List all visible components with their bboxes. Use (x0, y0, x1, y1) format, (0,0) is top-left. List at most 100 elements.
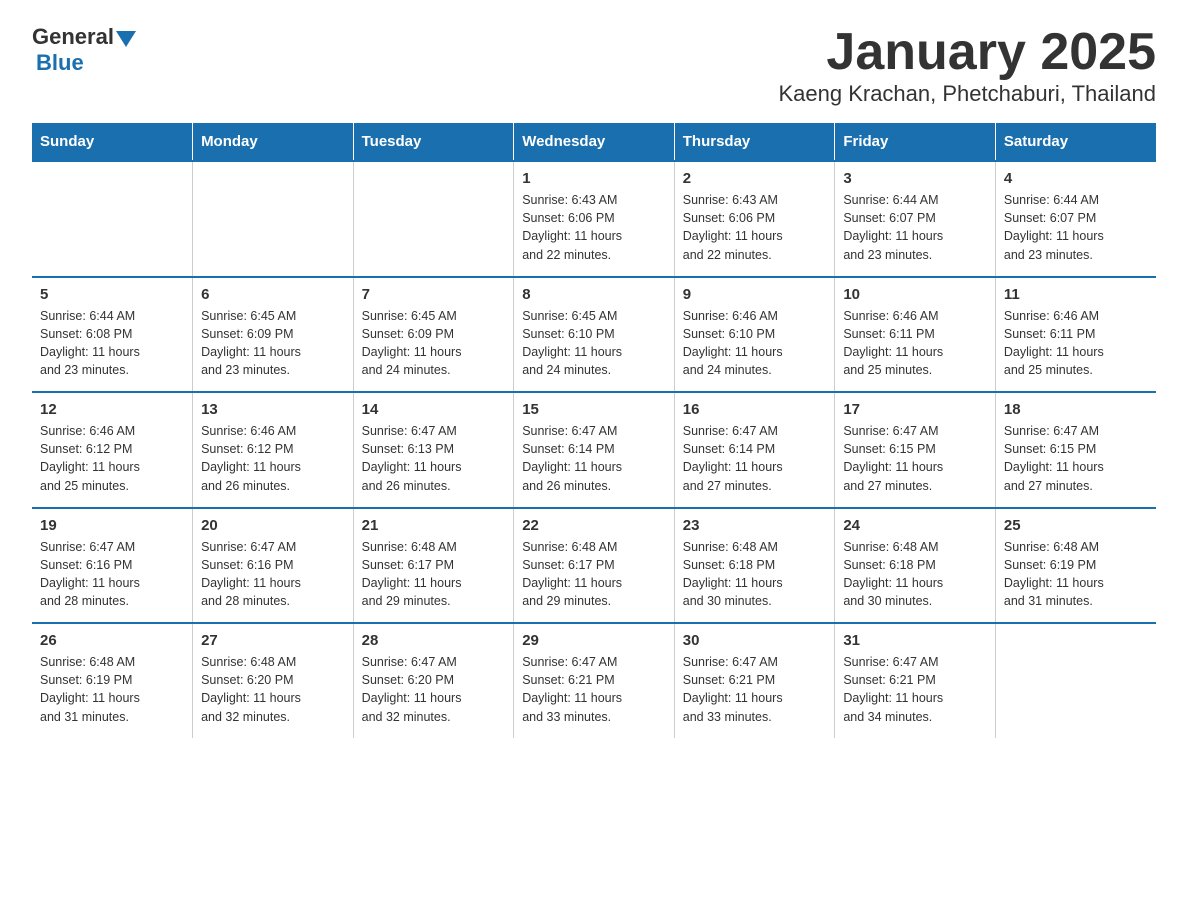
day-number: 9 (683, 286, 827, 303)
calendar-week-row: 26 Sunrise: 6:48 AM Sunset: 6:19 PM Dayli… (32, 623, 1156, 738)
calendar-cell: 2Sunrise: 6:43 AM Sunset: 6:06 PM Daylig… (674, 161, 835, 277)
calendar-cell: 29 Sunrise: 6:47 AM Sunset: 6:21 PM Dayli… (514, 623, 675, 738)
day-info: Sunrise: 6:48 AM Sunset: 6:19 PM Dayligh… (40, 653, 184, 726)
logo-triangle-icon (116, 31, 136, 47)
day-number: 22 (522, 517, 666, 534)
day-number: 28 (362, 632, 506, 649)
day-number: 23 (683, 517, 827, 534)
day-info: Sunrise: 6:44 AM Sunset: 6:07 PM Dayligh… (843, 191, 987, 264)
calendar-cell (995, 623, 1156, 738)
calendar-header-row: SundayMondayTuesdayWednesdayThursdayFrid… (32, 123, 1156, 161)
day-number: 21 (362, 517, 506, 534)
calendar-cell: 6Sunrise: 6:45 AM Sunset: 6:09 PM Daylig… (193, 277, 354, 393)
day-number: 14 (362, 401, 506, 418)
calendar-cell: 7Sunrise: 6:45 AM Sunset: 6:09 PM Daylig… (353, 277, 514, 393)
page-header: General Blue January 2025 Kaeng Krachan,… (32, 24, 1156, 107)
calendar-cell: 27Sunrise: 6:48 AM Sunset: 6:20 PM Dayli… (193, 623, 354, 738)
calendar-cell: 3 Sunrise: 6:44 AM Sunset: 6:07 PM Daylig… (835, 161, 996, 277)
day-number: 13 (201, 401, 345, 418)
calendar-week-row: 1 Sunrise: 6:43 AM Sunset: 6:06 PM Daylig… (32, 161, 1156, 277)
calendar-cell: 8 Sunrise: 6:45 AM Sunset: 6:10 PM Daylig… (514, 277, 675, 393)
day-info: Sunrise: 6:43 AM Sunset: 6:06 PM Dayligh… (522, 191, 666, 264)
day-number: 4 (1004, 170, 1148, 187)
day-number: 16 (683, 401, 827, 418)
day-number: 5 (40, 286, 184, 303)
page-subtitle: Kaeng Krachan, Phetchaburi, Thailand (778, 81, 1156, 107)
weekday-header: Tuesday (353, 123, 514, 161)
calendar-table: SundayMondayTuesdayWednesdayThursdayFrid… (32, 123, 1156, 738)
day-info: Sunrise: 6:48 AM Sunset: 6:18 PM Dayligh… (843, 538, 987, 611)
calendar-cell: 15 Sunrise: 6:47 AM Sunset: 6:14 PM Dayli… (514, 392, 675, 508)
calendar-cell: 12 Sunrise: 6:46 AM Sunset: 6:12 PM Dayli… (32, 392, 193, 508)
day-number: 11 (1004, 286, 1148, 303)
calendar-cell: 26 Sunrise: 6:48 AM Sunset: 6:19 PM Dayli… (32, 623, 193, 738)
day-number: 29 (522, 632, 666, 649)
day-number: 25 (1004, 517, 1148, 534)
day-info: Sunrise: 6:48 AM Sunset: 6:18 PM Dayligh… (683, 538, 827, 611)
day-info: Sunrise: 6:47 AM Sunset: 6:15 PM Dayligh… (1004, 422, 1148, 495)
calendar-week-row: 12 Sunrise: 6:46 AM Sunset: 6:12 PM Dayli… (32, 392, 1156, 508)
calendar-week-row: 5 Sunrise: 6:44 AM Sunset: 6:08 PM Daylig… (32, 277, 1156, 393)
calendar-cell (32, 161, 193, 277)
day-info: Sunrise: 6:46 AM Sunset: 6:12 PM Dayligh… (40, 422, 184, 495)
day-number: 12 (40, 401, 184, 418)
calendar-cell: 17Sunrise: 6:47 AM Sunset: 6:15 PM Dayli… (835, 392, 996, 508)
calendar-cell: 14Sunrise: 6:47 AM Sunset: 6:13 PM Dayli… (353, 392, 514, 508)
day-info: Sunrise: 6:47 AM Sunset: 6:14 PM Dayligh… (522, 422, 666, 495)
day-info: Sunrise: 6:48 AM Sunset: 6:19 PM Dayligh… (1004, 538, 1148, 611)
calendar-week-row: 19 Sunrise: 6:47 AM Sunset: 6:16 PM Dayli… (32, 508, 1156, 624)
weekday-header: Friday (835, 123, 996, 161)
day-info: Sunrise: 6:43 AM Sunset: 6:06 PM Dayligh… (683, 191, 827, 264)
calendar-cell: 1 Sunrise: 6:43 AM Sunset: 6:06 PM Daylig… (514, 161, 675, 277)
weekday-header: Wednesday (514, 123, 675, 161)
day-number: 3 (843, 170, 987, 187)
day-number: 26 (40, 632, 184, 649)
calendar-cell: 20 Sunrise: 6:47 AM Sunset: 6:16 PM Dayli… (193, 508, 354, 624)
calendar-cell: 31 Sunrise: 6:47 AM Sunset: 6:21 PM Dayli… (835, 623, 996, 738)
day-number: 30 (683, 632, 827, 649)
calendar-cell: 11Sunrise: 6:46 AM Sunset: 6:11 PM Dayli… (995, 277, 1156, 393)
logo-blue: Blue (36, 50, 84, 76)
day-info: Sunrise: 6:47 AM Sunset: 6:21 PM Dayligh… (843, 653, 987, 726)
calendar-cell: 25 Sunrise: 6:48 AM Sunset: 6:19 PM Dayli… (995, 508, 1156, 624)
weekday-header: Thursday (674, 123, 835, 161)
day-info: Sunrise: 6:46 AM Sunset: 6:12 PM Dayligh… (201, 422, 345, 495)
calendar-cell: 5 Sunrise: 6:44 AM Sunset: 6:08 PM Daylig… (32, 277, 193, 393)
day-info: Sunrise: 6:47 AM Sunset: 6:16 PM Dayligh… (201, 538, 345, 611)
title-block: January 2025 Kaeng Krachan, Phetchaburi,… (778, 24, 1156, 107)
day-info: Sunrise: 6:45 AM Sunset: 6:09 PM Dayligh… (362, 307, 506, 380)
day-number: 10 (843, 286, 987, 303)
day-info: Sunrise: 6:47 AM Sunset: 6:21 PM Dayligh… (522, 653, 666, 726)
calendar-cell: 19Sunrise: 6:47 AM Sunset: 6:16 PM Dayli… (32, 508, 193, 624)
calendar-cell: 21Sunrise: 6:48 AM Sunset: 6:17 PM Dayli… (353, 508, 514, 624)
day-info: Sunrise: 6:47 AM Sunset: 6:14 PM Dayligh… (683, 422, 827, 495)
day-number: 8 (522, 286, 666, 303)
day-info: Sunrise: 6:46 AM Sunset: 6:11 PM Dayligh… (843, 307, 987, 380)
day-number: 27 (201, 632, 345, 649)
day-number: 20 (201, 517, 345, 534)
calendar-cell: 18 Sunrise: 6:47 AM Sunset: 6:15 PM Dayli… (995, 392, 1156, 508)
day-info: Sunrise: 6:44 AM Sunset: 6:07 PM Dayligh… (1004, 191, 1148, 264)
day-info: Sunrise: 6:44 AM Sunset: 6:08 PM Dayligh… (40, 307, 184, 380)
calendar-cell: 30 Sunrise: 6:47 AM Sunset: 6:21 PM Dayli… (674, 623, 835, 738)
day-number: 15 (522, 401, 666, 418)
day-number: 24 (843, 517, 987, 534)
day-info: Sunrise: 6:47 AM Sunset: 6:21 PM Dayligh… (683, 653, 827, 726)
calendar-cell: 23 Sunrise: 6:48 AM Sunset: 6:18 PM Dayli… (674, 508, 835, 624)
day-info: Sunrise: 6:47 AM Sunset: 6:15 PM Dayligh… (843, 422, 987, 495)
day-info: Sunrise: 6:47 AM Sunset: 6:20 PM Dayligh… (362, 653, 506, 726)
calendar-cell: 22 Sunrise: 6:48 AM Sunset: 6:17 PM Dayli… (514, 508, 675, 624)
day-info: Sunrise: 6:45 AM Sunset: 6:10 PM Dayligh… (522, 307, 666, 380)
calendar-cell (193, 161, 354, 277)
weekday-header: Saturday (995, 123, 1156, 161)
day-number: 1 (522, 170, 666, 187)
day-number: 18 (1004, 401, 1148, 418)
weekday-header: Sunday (32, 123, 193, 161)
logo-general: General (32, 24, 114, 50)
day-info: Sunrise: 6:46 AM Sunset: 6:10 PM Dayligh… (683, 307, 827, 380)
day-number: 31 (843, 632, 987, 649)
calendar-cell: 28 Sunrise: 6:47 AM Sunset: 6:20 PM Dayli… (353, 623, 514, 738)
logo: General Blue (32, 24, 136, 76)
day-info: Sunrise: 6:48 AM Sunset: 6:17 PM Dayligh… (522, 538, 666, 611)
day-number: 19 (40, 517, 184, 534)
